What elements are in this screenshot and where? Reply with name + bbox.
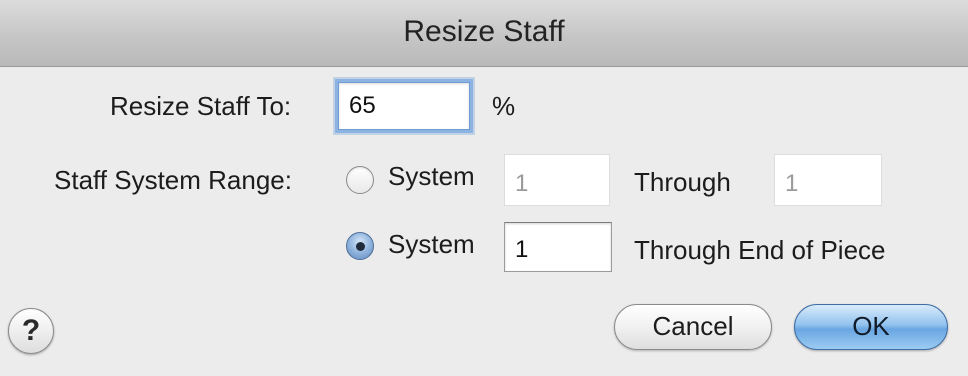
system-to-end-radio-label: System	[388, 229, 475, 259]
radio-selected-dot	[356, 242, 365, 251]
system-range-radio[interactable]	[346, 166, 374, 194]
system-range-radio-label: System	[388, 161, 475, 191]
system-from-input[interactable]: 1	[504, 154, 610, 206]
title-bar[interactable]: Resize Staff	[0, 0, 968, 67]
through-label: Through	[634, 167, 731, 197]
resize-percent-input[interactable]: 65	[338, 82, 470, 130]
dialog-title: Resize Staff	[403, 15, 565, 48]
percent-unit-label: %	[492, 91, 516, 121]
system-to-end-radio[interactable]	[346, 232, 374, 260]
cancel-button[interactable]: Cancel	[614, 304, 772, 350]
help-icon[interactable]: ?	[8, 308, 54, 354]
through-end-of-piece-label: Through End of Piece	[634, 235, 886, 265]
staff-system-range-label: Staff System Range:	[54, 165, 292, 195]
system-through-input[interactable]: 1	[774, 154, 882, 206]
ok-button[interactable]: OK	[794, 304, 948, 350]
resize-staff-dialog: Resize Staff Resize Staff To: 65 % Staff…	[0, 0, 968, 376]
resize-staff-to-label: Resize Staff To:	[110, 91, 292, 121]
system-start-input[interactable]: 1	[504, 222, 612, 272]
